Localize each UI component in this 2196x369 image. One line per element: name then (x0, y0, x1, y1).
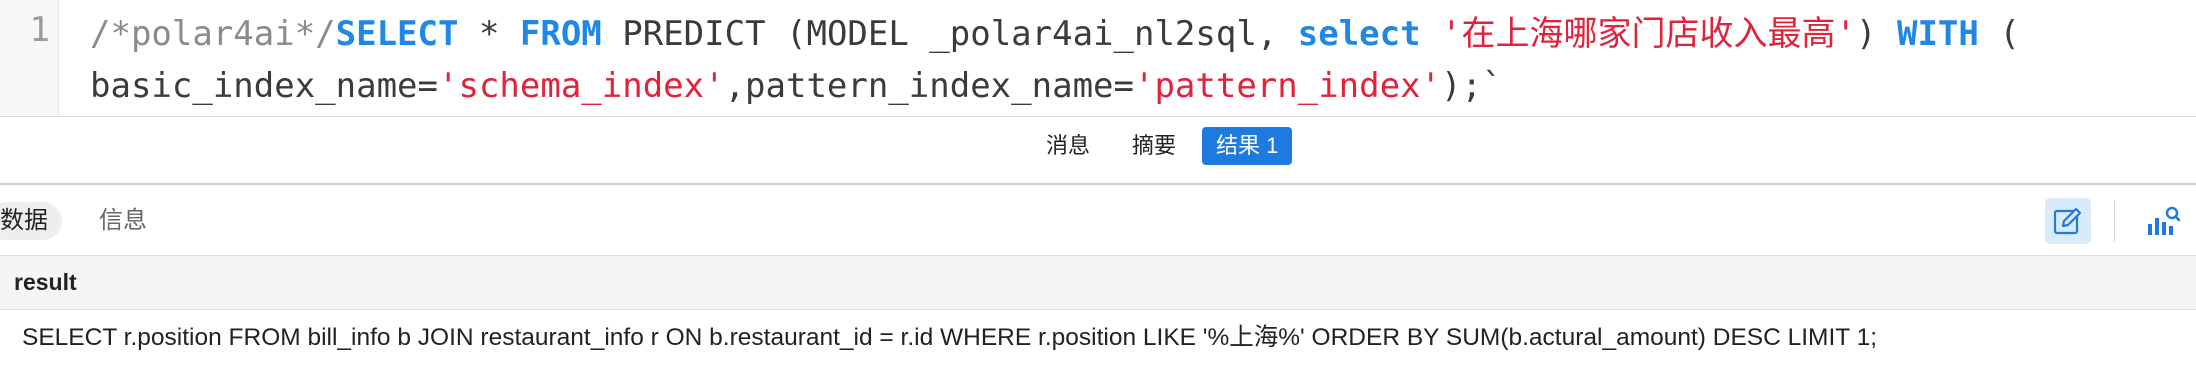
edit-button[interactable] (2045, 198, 2091, 244)
result-toolbar: 数据 信息 (0, 185, 2196, 255)
column-header-result[interactable]: result (14, 256, 77, 309)
sql-predict-clause: PREDICT (MODEL _polar4ai_nl2sql, (601, 14, 1298, 54)
result-grid: result SELECT r.position FROM bill_info … (0, 255, 2196, 369)
sql-open-paren: ( (1978, 14, 2020, 54)
tab-data[interactable]: 数据 (0, 202, 62, 240)
toolbar-separator (2114, 200, 2115, 242)
edit-pencil-icon (2053, 207, 2082, 235)
result-tabs: 消息 摘要 结果 1 (0, 117, 2196, 183)
code-line-2: basic_index_name='schema_index',pattern_… (90, 66, 1502, 106)
code-line-1: /*polar4ai*/SELECT * FROM PREDICT (MODEL… (90, 14, 2020, 54)
sql-keyword-with: WITH (1896, 14, 1979, 54)
tab-result-1[interactable]: 结果 1 (1202, 127, 1293, 165)
sql-close-paren: ) (1856, 14, 1897, 54)
sql-star: * (458, 14, 520, 54)
chart-button[interactable] (2140, 198, 2186, 244)
tab-summary[interactable]: 摘要 (1118, 127, 1190, 165)
sql-comment: /*polar4ai*/ (90, 14, 336, 54)
code-content[interactable]: /*polar4ai*/SELECT * FROM PREDICT (MODEL… (90, 8, 2020, 112)
sql-question-string: '在上海哪家门店收入最高' (1441, 14, 1857, 54)
line-number: 1 (29, 10, 50, 50)
sql-pattern-index-key: ,pattern_index_name= (724, 66, 1134, 106)
sql-keyword-select-lower: select (1297, 14, 1421, 54)
sql-basic-index-key: basic_index_name= (90, 66, 438, 106)
tab-info[interactable]: 信息 (85, 202, 161, 240)
sql-editor[interactable]: 1 /*polar4ai*/SELECT * FROM PREDICT (MOD… (0, 0, 2196, 116)
sql-keyword-select: SELECT (335, 14, 459, 54)
sql-space (1421, 14, 1441, 54)
table-row[interactable]: SELECT r.position FROM bill_info b JOIN … (0, 310, 2196, 366)
editor-gutter: 1 (0, 0, 59, 116)
grid-header: result (0, 256, 2196, 310)
chart-search-icon (2148, 206, 2181, 235)
sql-basic-index-value: 'schema_index' (438, 66, 725, 106)
tab-messages[interactable]: 消息 (1032, 127, 1104, 165)
sql-pattern-index-value: 'pattern_index' (1133, 66, 1442, 106)
sql-keyword-from: FROM (519, 14, 602, 54)
sql-tail: );` (1441, 66, 1503, 106)
result-cell[interactable]: SELECT r.position FROM bill_info b JOIN … (22, 310, 1877, 366)
